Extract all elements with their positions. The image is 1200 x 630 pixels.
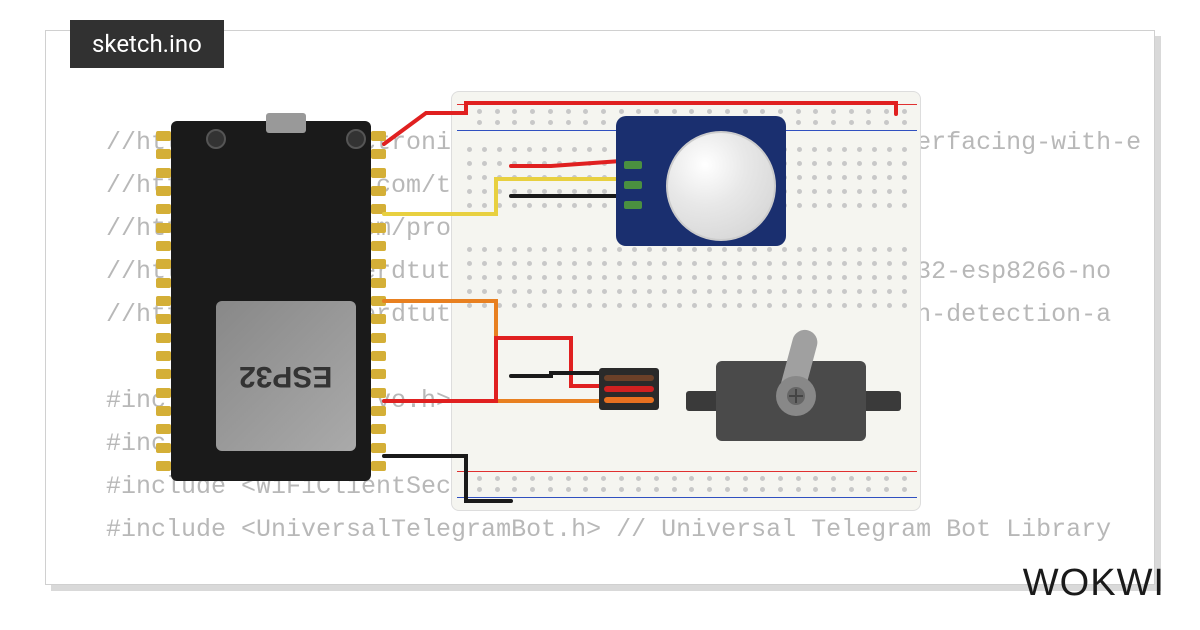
- esp32-pins-left: [156, 131, 171, 471]
- preview-card: //https://www.electronicwings.com/esp32/…: [45, 30, 1155, 585]
- servo-wire-gnd: [604, 375, 654, 381]
- reset-button: [346, 129, 366, 149]
- breadboard-bottom-rail: [457, 467, 917, 502]
- pir-sensor: [616, 106, 786, 246]
- servo-connector: [599, 368, 659, 410]
- usb-port-icon: [266, 113, 306, 133]
- mcu-label: ESP32: [239, 359, 332, 393]
- wokwi-logo: WOKWI: [1023, 562, 1165, 605]
- circuit-diagram: ESP32: [156, 101, 956, 531]
- esp32-pins-right: [371, 131, 386, 471]
- esp32-pcb: ESP32: [171, 121, 371, 481]
- servo-hub-icon: [776, 376, 816, 416]
- filename-label: sketch.ino: [92, 30, 202, 58]
- pir-dome-icon: [666, 131, 776, 241]
- esp32-shield: ESP32: [216, 301, 356, 451]
- servo-wire-vcc: [604, 386, 654, 392]
- pir-pins: [624, 161, 642, 209]
- boot-button: [206, 129, 226, 149]
- servo-motor: [686, 341, 906, 451]
- pir-pcb: [616, 116, 786, 246]
- filename-tab: sketch.ino: [70, 20, 224, 68]
- esp32-board: ESP32: [156, 121, 386, 481]
- servo-wire-signal: [604, 397, 654, 403]
- screw-icon: [787, 387, 805, 405]
